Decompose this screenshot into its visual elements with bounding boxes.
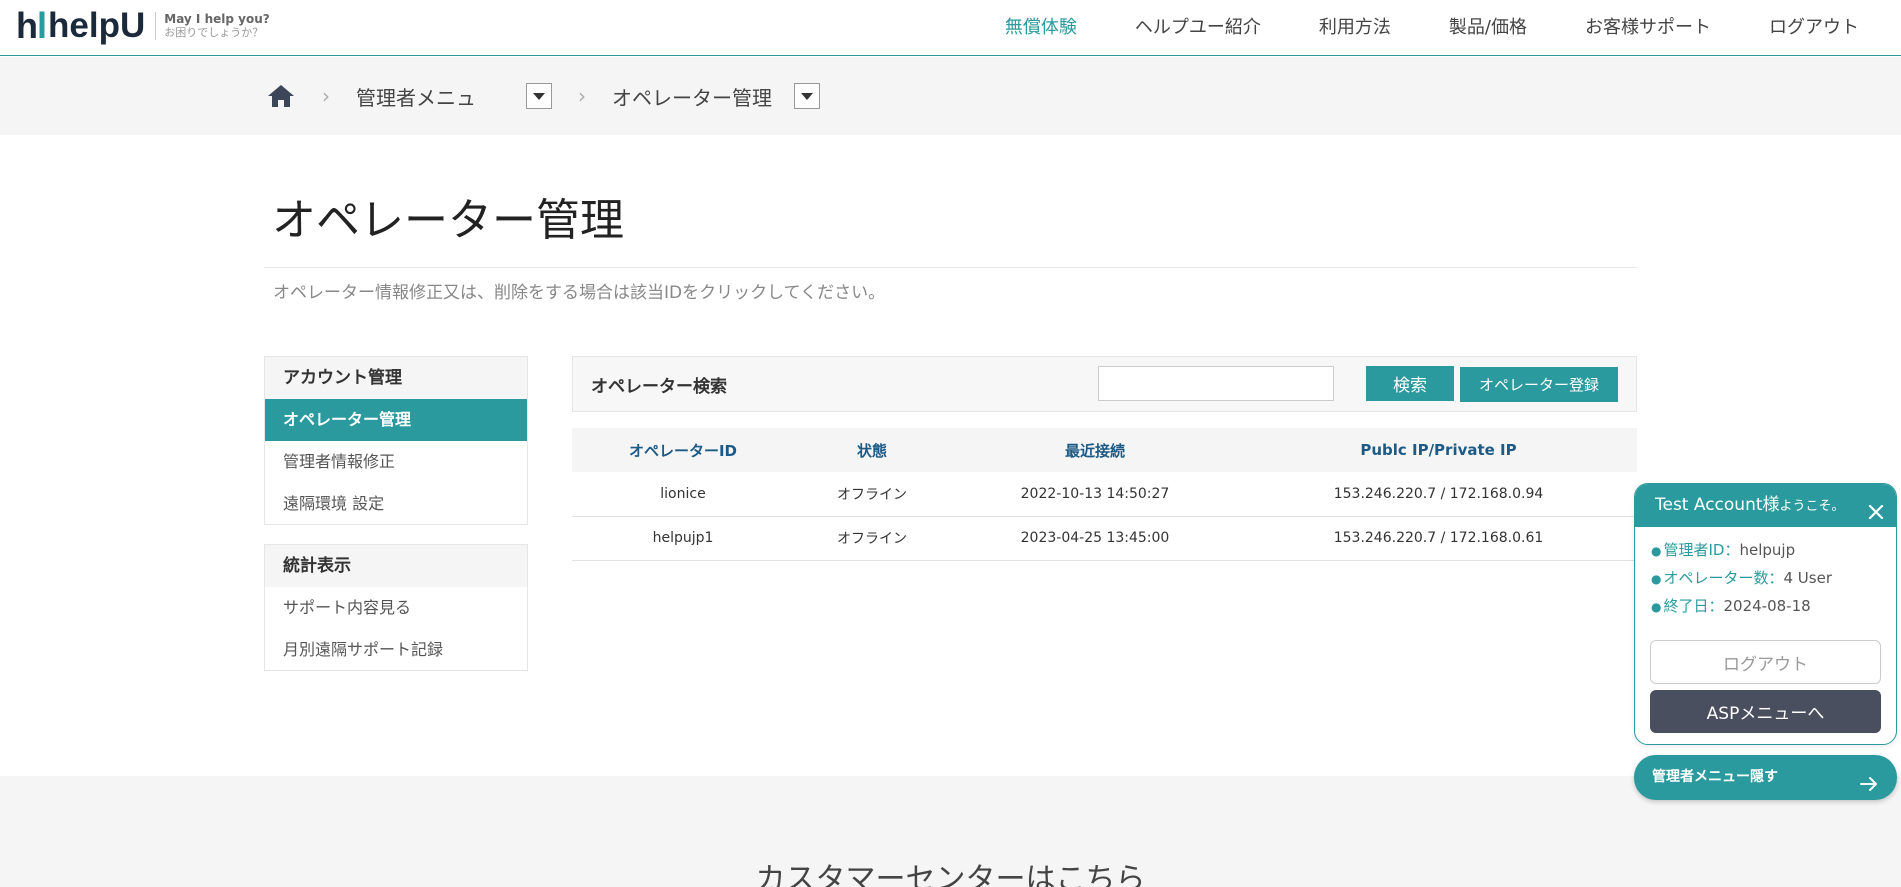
customer-center-title: カスタマーセンターはこちら xyxy=(755,862,1146,887)
chevron-right-icon: › xyxy=(322,84,330,108)
sidebar-item-admin-info-edit[interactable]: 管理者情報修正 xyxy=(265,441,527,483)
tagline-en: May I help you? xyxy=(164,12,270,26)
sidebar-heading-stats: 統計表示 xyxy=(265,545,527,587)
page-title: オペレーター管理 xyxy=(272,195,624,246)
end-date-line: ● 終了日：2024-08-18 xyxy=(1651,597,1811,615)
admin-welcome-panel: Test Account様ようこそ。 ● 管理者ID：helpujp ● オペレータ… xyxy=(1634,483,1897,745)
breadcrumb-operator-management[interactable]: オペレーター管理 xyxy=(612,82,772,111)
welcome-name: Test Account様 xyxy=(1655,495,1780,515)
logo-mark: hl xyxy=(16,5,47,46)
caret-down-icon xyxy=(533,92,545,100)
helpu-logo[interactable]: hl helpU May I help you? お困りでしょうか？ xyxy=(16,8,270,44)
breadcrumb-bar: › 管理者メニュ › オペレーター管理 xyxy=(0,57,1901,135)
arrow-right-icon xyxy=(1859,768,1879,791)
sidebar-stats-group: 統計表示 サポート内容見る 月別遠隔サポート記録 xyxy=(264,544,528,671)
ip-cell: 153.246.220.7 / 172.168.0.61 xyxy=(1240,516,1637,561)
sidebar-item-remote-settings[interactable]: 遠隔環境 設定 xyxy=(265,483,527,525)
footer-section: カスタマーセンターはこちら xyxy=(0,776,1901,887)
title-divider xyxy=(264,267,1637,268)
admin-panel-body: ● 管理者ID：helpujp ● オペレーター数：4 User ● 終了日：2024… xyxy=(1635,527,1896,635)
nav-free-trial[interactable]: 無償体験 xyxy=(1005,13,1077,39)
nav-customer-support[interactable]: お客様サポート xyxy=(1585,13,1711,39)
table-header-row: オペレーターID 状態 最近接続 Publc IP/Private IP xyxy=(572,428,1637,472)
table-row[interactable]: lionice オフライン 2022-10-13 14:50:27 153.24… xyxy=(572,472,1637,517)
hide-admin-menu-button[interactable]: 管理者メニュー隠す xyxy=(1634,755,1897,800)
nav-about[interactable]: ヘルプユー紹介 xyxy=(1135,13,1261,39)
admin-panel-header: Test Account様ようこそ。 xyxy=(1635,484,1896,527)
caret-down-icon xyxy=(801,92,813,100)
nav-logout[interactable]: ログアウト xyxy=(1769,13,1859,39)
operator-id-cell[interactable]: helpujp1 xyxy=(572,516,794,561)
home-icon[interactable] xyxy=(266,83,296,109)
admin-id-line: ● 管理者ID：helpujp xyxy=(1651,541,1796,559)
breadcrumb-admin-menu[interactable]: 管理者メニュ xyxy=(356,82,476,111)
bullet-icon: ● xyxy=(1651,544,1662,558)
operator-id-cell[interactable]: lionice xyxy=(572,472,794,517)
last-connected-cell: 2023-04-25 13:45:00 xyxy=(950,516,1240,561)
column-header: Publc IP/Private IP xyxy=(1240,428,1637,472)
popup-logout-button[interactable]: ログアウト xyxy=(1650,640,1881,684)
sidebar-item-operator-management[interactable]: オペレーター管理 xyxy=(265,399,527,441)
table-row[interactable]: helpujp1 オフライン 2023-04-25 13:45:00 153.2… xyxy=(572,516,1637,561)
operator-table: オペレーターID 状態 最近接続 Publc IP/Private IP lio… xyxy=(572,428,1637,561)
last-connected-cell: 2022-10-13 14:50:27 xyxy=(950,472,1240,517)
status-cell: オフライン xyxy=(794,472,950,517)
welcome-suffix: ようこそ。 xyxy=(1779,499,1845,514)
nav-usage[interactable]: 利用方法 xyxy=(1319,13,1391,39)
operator-count-line: ● オペレーター数：4 User xyxy=(1651,569,1833,587)
operator-menu-dropdown-button[interactable] xyxy=(794,83,820,109)
sidebar-heading-account: アカウント管理 xyxy=(265,357,527,399)
logo-wordmark: helpU xyxy=(48,6,146,45)
bullet-icon: ● xyxy=(1651,572,1662,586)
sidebar-item-support-history[interactable]: サポート内容見る xyxy=(265,587,527,629)
sidebar-item-monthly-record[interactable]: 月別遠隔サポート記録 xyxy=(265,629,527,671)
breadcrumb: › 管理者メニュ › オペレーター管理 xyxy=(266,81,820,111)
column-header: 状態 xyxy=(794,428,950,472)
chevron-right-icon: › xyxy=(578,84,586,108)
tagline-jp: お困りでしょうか？ xyxy=(164,26,264,39)
search-button[interactable]: 検索 xyxy=(1366,366,1454,401)
status-cell: オフライン xyxy=(794,516,950,561)
nav-products-pricing[interactable]: 製品/価格 xyxy=(1449,13,1527,39)
hide-admin-menu-label: 管理者メニュー隠す xyxy=(1652,769,1778,785)
bullet-icon: ● xyxy=(1651,600,1662,614)
main-nav: 無償体験 ヘルプユー紹介 利用方法 製品/価格 お客様サポート ログアウト xyxy=(947,13,1859,39)
column-header: 最近接続 xyxy=(950,428,1240,472)
close-icon[interactable] xyxy=(1866,496,1886,520)
top-header: hl helpU May I help you? お困りでしょうか？ 無償体験 … xyxy=(0,0,1901,56)
asp-menu-button[interactable]: ASPメニューへ xyxy=(1650,690,1881,733)
search-input[interactable] xyxy=(1098,366,1334,401)
column-header: オペレーターID xyxy=(572,428,794,472)
page-description: オペレーター情報修正又は、削除をする場合は該当IDをクリックしてください。 xyxy=(273,283,886,303)
admin-menu-dropdown-button[interactable] xyxy=(526,83,552,109)
logo-tagline: May I help you? お困りでしょうか？ xyxy=(155,12,270,40)
sidebar-account-group: アカウント管理 オペレーター管理 管理者情報修正 遠隔環境 設定 xyxy=(264,356,528,525)
register-operator-button[interactable]: オペレーター登録 xyxy=(1460,367,1618,402)
operator-search-panel: オペレーター検索 検索 オペレーター登録 xyxy=(572,356,1637,412)
search-label: オペレーター検索 xyxy=(591,377,727,397)
ip-cell: 153.246.220.7 / 172.168.0.94 xyxy=(1240,472,1637,517)
